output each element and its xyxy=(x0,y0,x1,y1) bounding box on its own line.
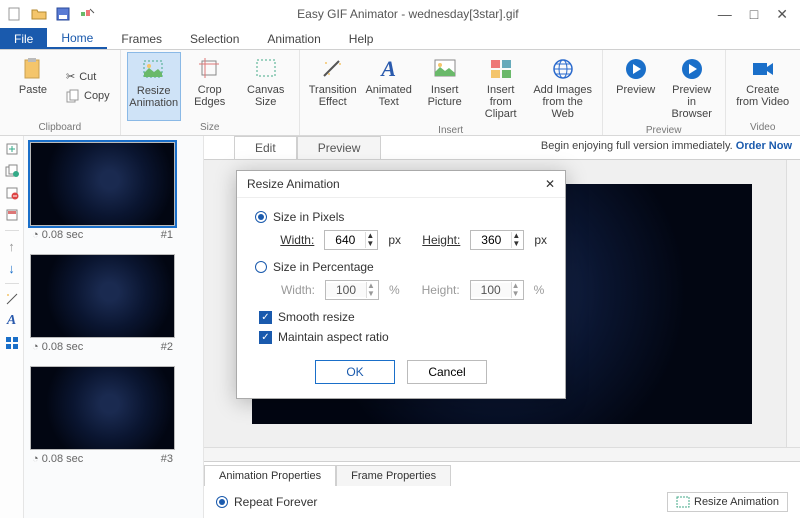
size-percent-radio[interactable]: Size in Percentage xyxy=(255,260,547,274)
tab-preview[interactable]: Preview xyxy=(297,136,382,159)
window-title: Easy GIF Animator - wednesday[3star].gif xyxy=(98,7,718,21)
move-up-icon[interactable]: ↑ xyxy=(3,237,21,255)
scissors-icon: ✂ xyxy=(66,70,75,83)
side-toolstrip: ↑ ↓ A xyxy=(0,136,24,518)
frames-panel: ◔ 0.08 sec#1 ◔ 0.08 sec#2 ◔ 0.08 sec#3 xyxy=(24,136,204,518)
resize-dialog: Resize Animation ✕ Size in Pixels Width:… xyxy=(236,170,566,399)
delete-frame-icon[interactable] xyxy=(3,184,21,202)
tab-frames[interactable]: Frames xyxy=(107,28,176,49)
tab-home[interactable]: Home xyxy=(47,28,107,49)
paste-button[interactable]: Paste xyxy=(6,52,60,121)
scrollbar-vertical[interactable] xyxy=(786,160,800,447)
wand-icon[interactable] xyxy=(3,290,21,308)
create-from-video-button[interactable]: Create from Video xyxy=(732,52,794,121)
clock-icon: ◔ xyxy=(32,341,39,353)
maximize-icon[interactable]: □ xyxy=(750,6,758,23)
dialog-close-icon[interactable]: ✕ xyxy=(545,177,555,191)
width-pct-input[interactable]: ▲▼ xyxy=(325,280,379,300)
crop-button[interactable]: Crop Edges xyxy=(183,52,237,121)
minimize-icon[interactable]: — xyxy=(718,6,732,23)
height-px-input[interactable]: ▲▼ xyxy=(470,230,524,250)
move-down-icon[interactable]: ↓ xyxy=(3,259,21,277)
frame-item[interactable]: ◔ 0.08 sec#3 xyxy=(30,366,197,468)
resize-animation-button[interactable]: Resize Animation xyxy=(127,52,181,121)
frame-thumb xyxy=(30,142,175,226)
tab-animation[interactable]: Animation xyxy=(253,28,334,49)
frame-item[interactable]: ◔ 0.08 sec#2 xyxy=(30,254,197,356)
size-pixels-radio[interactable]: Size in Pixels xyxy=(255,210,547,224)
frame-props-icon[interactable] xyxy=(3,206,21,224)
add-from-web-button[interactable]: Add Images from the Web xyxy=(530,52,596,124)
height-pct-input[interactable]: ▲▼ xyxy=(470,280,524,300)
tab-edit[interactable]: Edit xyxy=(234,136,297,159)
clock-icon: ◔ xyxy=(32,453,39,465)
duplicate-frame-icon[interactable] xyxy=(3,162,21,180)
file-menu[interactable]: File xyxy=(0,28,47,49)
repeat-forever-radio[interactable]: Repeat Forever xyxy=(216,495,317,509)
copy-button[interactable]: Copy xyxy=(62,87,114,105)
wizard-icon[interactable] xyxy=(76,3,98,25)
aspect-ratio-checkbox[interactable]: ✓Maintain aspect ratio xyxy=(259,330,547,344)
tab-anim-props[interactable]: Animation Properties xyxy=(204,465,336,486)
scrollbar-horizontal[interactable] xyxy=(204,447,800,461)
resize-animation-panel-button[interactable]: Resize Animation xyxy=(667,492,788,512)
order-now-link[interactable]: Order Now xyxy=(736,140,792,152)
ok-button[interactable]: OK xyxy=(315,360,395,384)
frame-item[interactable]: ◔ 0.08 sec#1 xyxy=(30,142,197,244)
insert-picture-button[interactable]: Insert Picture xyxy=(418,52,472,124)
save-icon[interactable] xyxy=(52,3,74,25)
transition-button[interactable]: Transition Effect xyxy=(306,52,360,124)
dialog-title: Resize Animation xyxy=(247,177,340,191)
animated-text-button[interactable]: AAnimated Text xyxy=(362,52,416,124)
preview-button[interactable]: Preview xyxy=(609,52,663,124)
tab-frame-props[interactable]: Frame Properties xyxy=(336,465,451,486)
smooth-resize-checkbox[interactable]: ✓Smooth resize xyxy=(259,310,547,324)
cancel-button[interactable]: Cancel xyxy=(407,360,487,384)
open-icon[interactable] xyxy=(28,3,50,25)
frame-thumb xyxy=(30,366,175,450)
order-banner: Begin enjoying full version immediately.… xyxy=(541,140,792,152)
add-frame-icon[interactable] xyxy=(3,140,21,158)
canvas-size-button[interactable]: Canvas Size xyxy=(239,52,293,121)
new-icon[interactable] xyxy=(4,3,26,25)
grid-icon[interactable] xyxy=(3,334,21,352)
clock-icon: ◔ xyxy=(32,229,39,241)
insert-clipart-button[interactable]: Insert from Clipart xyxy=(474,52,528,124)
close-icon[interactable]: ✕ xyxy=(776,6,788,23)
width-px-input[interactable]: ▲▼ xyxy=(324,230,378,250)
tab-help[interactable]: Help xyxy=(335,28,388,49)
preview-browser-button[interactable]: Preview in Browser xyxy=(665,52,719,124)
cut-button[interactable]: ✂Cut xyxy=(62,68,114,85)
text-tool-icon[interactable]: A xyxy=(3,312,21,330)
tab-selection[interactable]: Selection xyxy=(176,28,253,49)
frame-thumb xyxy=(30,254,175,338)
